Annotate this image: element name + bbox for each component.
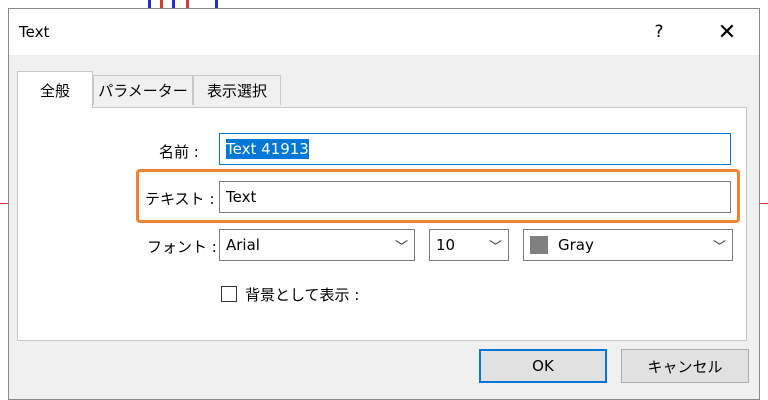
color-select[interactable]: Gray ﹀: [523, 229, 733, 261]
chevron-down-icon: ﹀: [712, 240, 726, 255]
tab-general[interactable]: 全般: [17, 71, 93, 108]
name-label: 名前 :: [159, 143, 199, 161]
chevron-down-icon: ﹀: [394, 240, 408, 255]
chevron-down-icon: ﹀: [488, 240, 502, 255]
title-bar: Text ? ✕: [9, 9, 759, 55]
background-checkbox[interactable]: [221, 286, 237, 302]
background-checkbox-label: 背景として表示 :: [245, 286, 360, 304]
color-value: Gray: [558, 236, 594, 254]
text-input[interactable]: Text: [219, 181, 731, 213]
cancel-button[interactable]: キャンセル: [621, 349, 749, 383]
color-swatch: [530, 236, 548, 254]
name-input[interactable]: Text 41913: [219, 133, 731, 165]
close-icon[interactable]: ✕: [697, 9, 757, 55]
font-label: フォント :: [147, 238, 217, 256]
tab-visualization[interactable]: 表示選択: [193, 75, 281, 105]
text-label: テキスト :: [145, 190, 215, 208]
font-size-select[interactable]: 10 ﹀: [429, 229, 509, 261]
ok-button[interactable]: OK: [479, 349, 607, 383]
font-size-value: 10: [436, 236, 456, 254]
text-input-value: Text: [226, 188, 257, 206]
help-button[interactable]: ?: [629, 9, 689, 55]
dialog-title: Text: [19, 23, 50, 41]
font-family-value: Arial: [226, 236, 260, 254]
tab-parameters[interactable]: パラメーター: [93, 75, 193, 105]
font-family-select[interactable]: Arial ﹀: [219, 229, 415, 261]
name-input-value: Text 41913: [226, 139, 309, 159]
text-properties-dialog: Text ? ✕ 全般 パラメーター 表示選択 名前 : Text 41913 …: [8, 8, 760, 400]
